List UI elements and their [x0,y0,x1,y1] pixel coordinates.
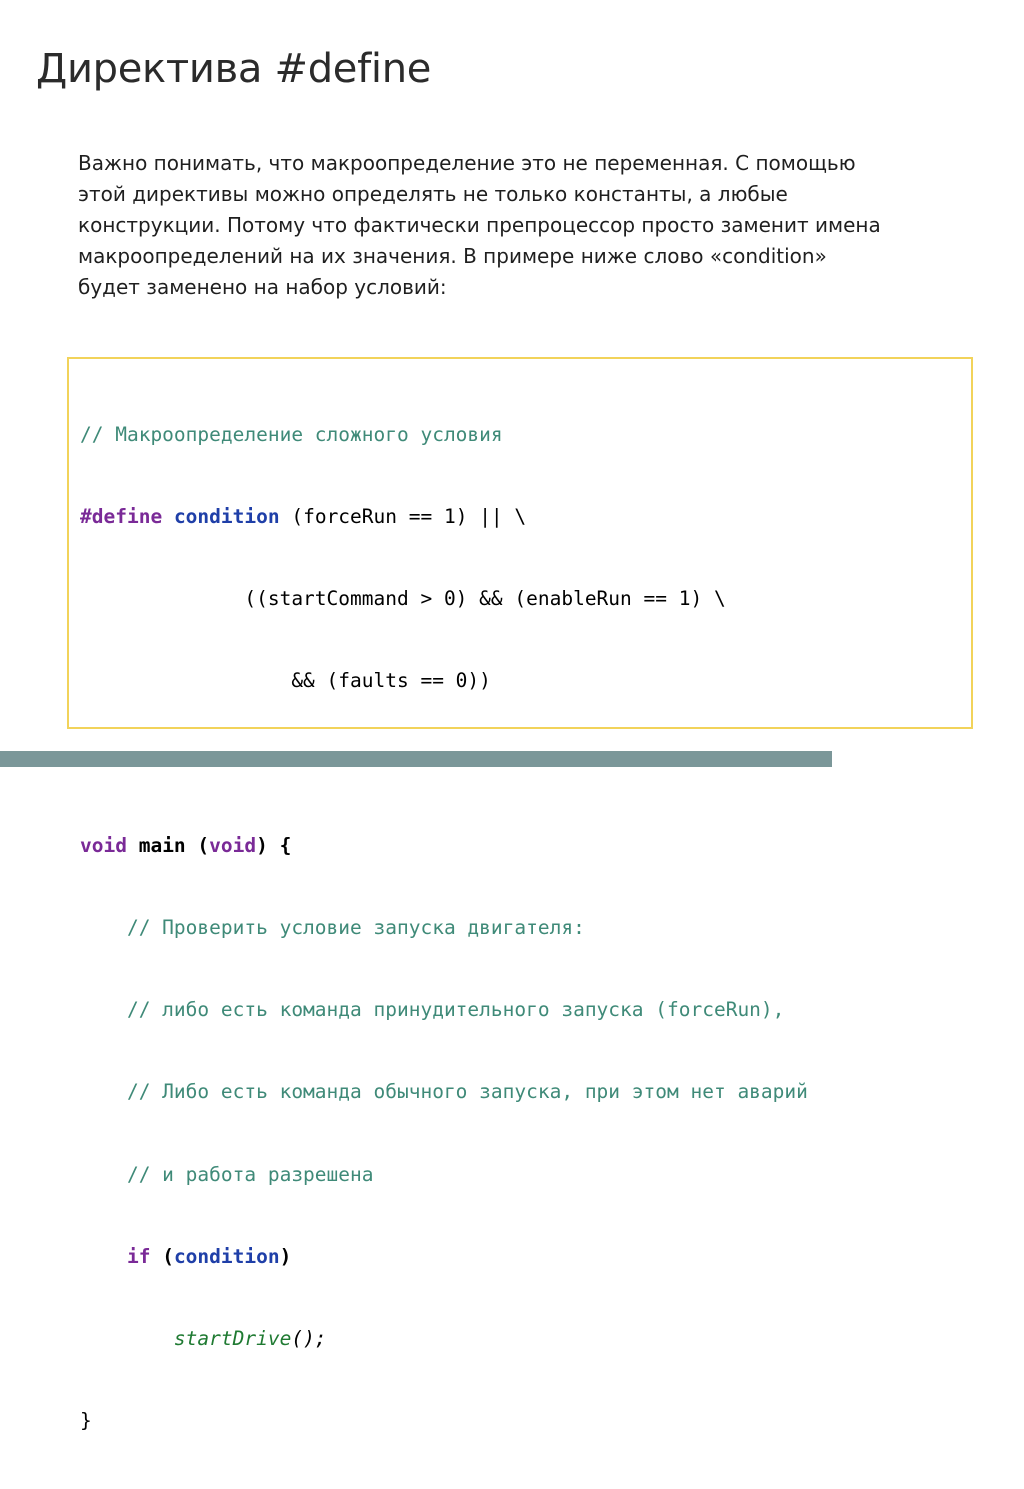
code-line-define: #define condition (forceRun == 1) || \ [80,503,808,530]
code-comment: // Либо есть команда обычного запуска, п… [80,1080,808,1104]
slide: Директива #define Важно понимать, что ма… [0,0,1024,1432]
code-line-continuation-1: ((startCommand > 0) && (enableRun == 1) … [80,585,808,612]
code-line-comment: // и работа разрешена [80,1161,808,1188]
code-line-comment: // Либо есть команда обычного запуска, п… [80,1078,808,1105]
code-comment: // Макроопределение сложного условия [80,422,503,446]
code-keyword-void: void [209,833,257,857]
code-line-call: startDrive(); [80,1325,808,1352]
code-define-body: (forceRun == 1) || \ [279,505,527,529]
code-main-signature: main ( [126,833,210,857]
paragraph-line: Важно понимать, что макроопределение это… [78,151,856,175]
code-block: // Макроопределение сложного условия #de… [67,357,973,1432]
code-listing: // Макроопределение сложного условия #de… [80,366,808,1489]
code-comment: // Проверить условие запуска двигателя: [80,916,585,940]
code-line-continuation-2: && (faults == 0)) [80,667,808,694]
paragraph-line: этой директивы можно определять не тольк… [78,182,788,206]
code-line-close: } [80,1407,808,1434]
code-main-open: ) { [256,833,292,857]
paragraph-line: будет заменено на набор условий: [78,275,447,299]
bottom-accent-bar [0,751,832,767]
code-line-comment: // Проверить условие запуска двигателя: [80,914,808,941]
code-if-open: ( [150,1244,174,1268]
code-if-close: ) [279,1244,292,1268]
code-comment: // либо есть команда принудительного зап… [80,998,785,1022]
code-macro-name: condition [173,505,280,529]
code-keyword-void: void [80,833,127,857]
code-keyword-if: if [126,1244,151,1268]
code-call-args: (); [291,1327,327,1351]
code-keyword-define: #define [80,505,163,529]
paragraph-line: макроопределений на их значения. В приме… [78,244,827,268]
code-line-comment-macro: // Макроопределение сложного условия [80,421,808,448]
code-macro-name: condition [173,1244,280,1268]
slide-title: Директива #define [36,46,432,92]
code-define-continuation: && (faults == 0)) [80,669,491,693]
code-define-continuation: ((startCommand > 0) && (enableRun == 1) … [80,587,726,611]
code-comment: // и работа разрешена [80,1162,374,1186]
paragraph-line: конструкции. Потому что фактически препр… [78,213,881,237]
code-line-comment: // либо есть команда принудительного зап… [80,996,808,1023]
code-line-if: if (condition) [80,1243,808,1270]
slide-paragraph: Важно понимать, что макроопределение это… [78,148,938,303]
code-function-call: startDrive [173,1327,292,1351]
code-line-main: void main (void) { [80,832,808,859]
code-closing-brace: } [80,1409,92,1433]
